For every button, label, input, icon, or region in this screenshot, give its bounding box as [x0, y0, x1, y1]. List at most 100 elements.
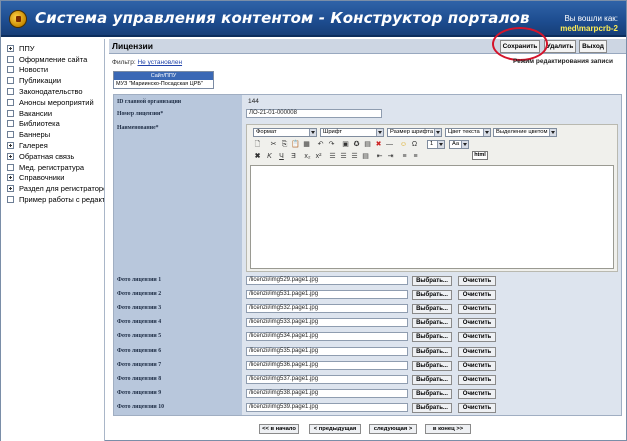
- html-mode-button[interactable]: html: [472, 151, 488, 160]
- choose-file-button[interactable]: Выбрать...: [412, 361, 452, 371]
- format-select[interactable]: Формат: [253, 128, 317, 137]
- font-select[interactable]: Шрифт: [320, 128, 384, 137]
- node-icon[interactable]: [7, 66, 14, 74]
- align-right-icon[interactable]: ☰: [350, 152, 359, 161]
- delete-button[interactable]: Удалить: [544, 40, 576, 53]
- cut-icon[interactable]: ✂: [269, 140, 278, 149]
- paste-text-icon[interactable]: ▦: [302, 140, 311, 149]
- sidebar-item[interactable]: Баннеры: [1, 129, 104, 140]
- photo-path-input[interactable]: /licenzii/img533.page1.jpg: [246, 318, 408, 327]
- choose-file-button[interactable]: Выбрать...: [412, 318, 452, 328]
- node-icon[interactable]: [7, 163, 14, 171]
- node-icon[interactable]: [7, 131, 14, 139]
- outdent-icon[interactable]: ⇤: [375, 152, 384, 161]
- photo-path-input[interactable]: /licenzii/img532.page1.jpg: [246, 304, 408, 313]
- clear-button[interactable]: Очистить: [458, 332, 496, 342]
- sidebar-item[interactable]: Оформление сайта: [1, 54, 104, 65]
- sidebar-item[interactable]: Галерея: [1, 140, 104, 151]
- table-icon[interactable]: ▤: [363, 140, 372, 149]
- node-icon[interactable]: [7, 196, 14, 204]
- last-page-button[interactable]: в конец >>: [425, 424, 471, 434]
- font-size-select[interactable]: Размер шрифта: [387, 128, 442, 137]
- flash-icon[interactable]: ✪: [352, 140, 361, 149]
- clear-button[interactable]: Очистить: [458, 290, 496, 300]
- align-center-icon[interactable]: ☰: [339, 152, 348, 161]
- choose-file-button[interactable]: Выбрать...: [412, 332, 452, 342]
- expand-icon[interactable]: [7, 185, 14, 193]
- sidebar-item[interactable]: Новости: [1, 65, 104, 76]
- expand-icon[interactable]: [7, 174, 14, 182]
- node-icon[interactable]: [7, 55, 14, 63]
- clear-button[interactable]: Очистить: [458, 304, 496, 314]
- size-select[interactable]: 1: [427, 140, 445, 149]
- superscript-icon[interactable]: x²: [314, 152, 323, 161]
- site-option-selected[interactable]: Сайт/ППУ: [114, 72, 213, 80]
- choose-file-button[interactable]: Выбрать...: [412, 403, 452, 413]
- photo-path-input[interactable]: /licenzii/img529.page1.jpg: [246, 276, 408, 285]
- subscript-icon[interactable]: x₂: [303, 152, 312, 161]
- undo-icon[interactable]: ↶: [316, 140, 325, 149]
- strike-icon[interactable]: Ǝ: [289, 152, 298, 161]
- sidebar-item[interactable]: Анонсы мероприятий: [1, 97, 104, 108]
- sidebar-item[interactable]: Обратная связь: [1, 151, 104, 162]
- sidebar-item[interactable]: Справочники: [1, 173, 104, 184]
- node-icon[interactable]: [7, 109, 14, 117]
- text-color-select[interactable]: Цвет текста: [445, 128, 491, 137]
- photo-path-input[interactable]: /licenzii/img534.page1.jpg: [246, 332, 408, 341]
- sidebar-item[interactable]: Пример работы с редактором: [1, 194, 104, 205]
- photo-path-input[interactable]: /licenzii/img539.page1.jpg: [246, 403, 408, 412]
- remove-format-icon[interactable]: ✖: [374, 140, 383, 149]
- photo-path-input[interactable]: /licenzii/img537.page1.jpg: [246, 375, 408, 384]
- photo-path-input[interactable]: /licenzii/img538.page1.jpg: [246, 389, 408, 398]
- smiley-icon[interactable]: ☺: [399, 140, 408, 149]
- sidebar-item[interactable]: Публикации: [1, 75, 104, 86]
- clear-button[interactable]: Очистить: [458, 276, 496, 286]
- redo-icon[interactable]: ↷: [327, 140, 336, 149]
- next-page-button[interactable]: следующая >: [369, 424, 417, 434]
- sidebar-item[interactable]: Раздел для регистраторов: [1, 183, 104, 194]
- sidebar-item[interactable]: Библиотека: [1, 119, 104, 130]
- clear-button[interactable]: Очистить: [458, 403, 496, 413]
- align-justify-icon[interactable]: ▤: [361, 152, 370, 161]
- editor-content-area[interactable]: [250, 165, 614, 269]
- node-icon[interactable]: [7, 98, 14, 106]
- copy-icon[interactable]: ⎘: [280, 140, 289, 149]
- filter-value-link[interactable]: Не установлен: [137, 59, 182, 66]
- align-left-icon[interactable]: ☰: [328, 152, 337, 161]
- photo-path-input[interactable]: /licenzii/img535.page1.jpg: [246, 347, 408, 356]
- clear-button[interactable]: Очистить: [458, 318, 496, 328]
- clear-button[interactable]: Очистить: [458, 361, 496, 371]
- expand-icon[interactable]: [7, 142, 14, 150]
- choose-file-button[interactable]: Выбрать...: [412, 389, 452, 399]
- sidebar-item[interactable]: Вакансии: [1, 108, 104, 119]
- sidebar-item[interactable]: ППУ: [1, 43, 104, 54]
- ordered-list-icon[interactable]: ≡: [400, 152, 409, 161]
- photo-path-input[interactable]: /licenzii/img536.page1.jpg: [246, 361, 408, 370]
- italic-icon[interactable]: K: [265, 152, 274, 161]
- bold-icon[interactable]: ✖: [253, 152, 262, 161]
- expand-icon[interactable]: [7, 44, 14, 52]
- hr-icon[interactable]: ―: [385, 140, 394, 149]
- sidebar-item[interactable]: Мед. регистратура: [1, 162, 104, 173]
- choose-file-button[interactable]: Выбрать...: [412, 276, 452, 286]
- special-char-icon[interactable]: Ω: [410, 140, 419, 149]
- choose-file-button[interactable]: Выбрать...: [412, 290, 452, 300]
- first-page-button[interactable]: << в начало: [259, 424, 299, 434]
- node-icon[interactable]: [7, 77, 14, 85]
- new-doc-icon[interactable]: 🗋: [253, 140, 262, 149]
- site-select[interactable]: Сайт/ППУ МУЗ "Мариинско-Посадская ЦРБ": [113, 71, 214, 89]
- license-number-input[interactable]: ЛО-21-01-000008: [246, 109, 382, 118]
- expand-icon[interactable]: [7, 152, 14, 160]
- highlight-select[interactable]: Выделение цветом: [493, 128, 557, 137]
- photo-path-input[interactable]: /licenzii/img531.page1.jpg: [246, 290, 408, 299]
- paste-icon[interactable]: 📋: [291, 140, 300, 149]
- font-preset-select[interactable]: Аа: [449, 140, 469, 149]
- clear-button[interactable]: Очистить: [458, 347, 496, 357]
- node-icon[interactable]: [7, 88, 14, 96]
- choose-file-button[interactable]: Выбрать...: [412, 375, 452, 385]
- choose-file-button[interactable]: Выбрать...: [412, 304, 452, 314]
- exit-button[interactable]: Выход: [579, 40, 607, 53]
- sidebar-item[interactable]: Законодательство: [1, 86, 104, 97]
- node-icon[interactable]: [7, 120, 14, 128]
- clear-button[interactable]: Очистить: [458, 389, 496, 399]
